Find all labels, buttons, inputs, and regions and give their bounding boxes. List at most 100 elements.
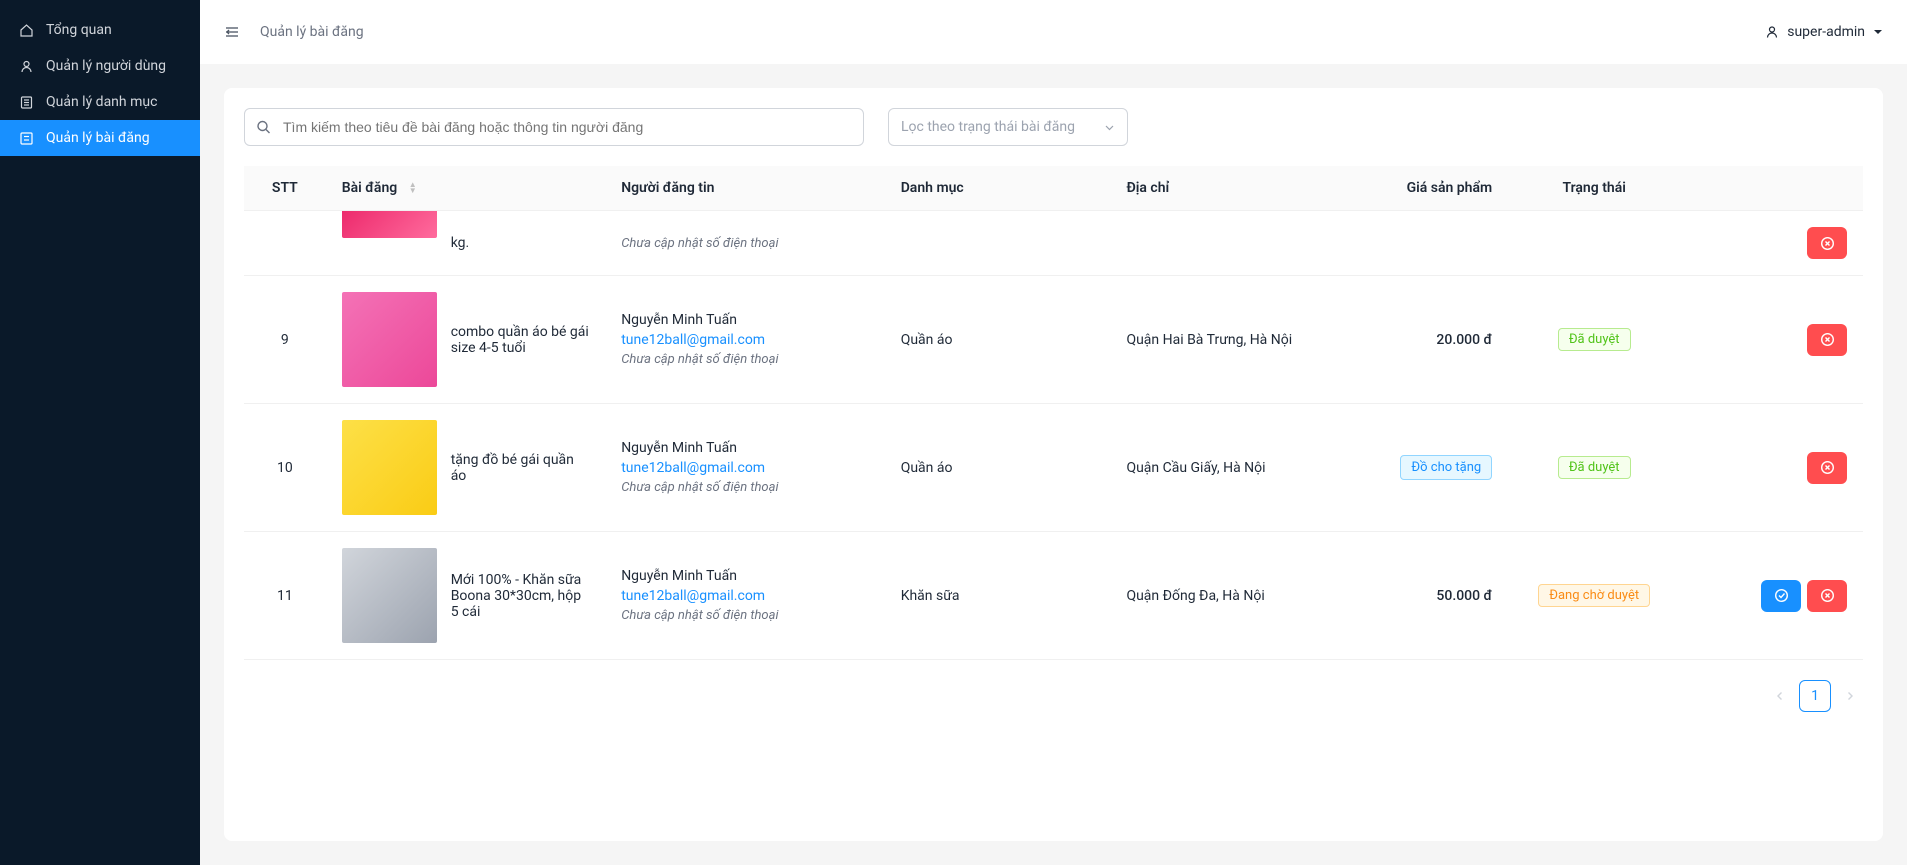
post-thumbnail <box>342 211 437 238</box>
cell-user: Nguyễn Minh Tuấn tune12ball@gmail.com Chưa… <box>605 276 885 404</box>
sidebar: Tổng quan Quản lý người dùng Quản lý danh … <box>0 0 200 865</box>
cell-status: Đang chờ duyệt <box>1508 532 1680 660</box>
post-title: tặng đồ bé gái quần áo <box>451 452 590 484</box>
cell-category: Quần áo <box>885 404 1111 532</box>
sort-icon: ▲▼ <box>409 182 417 194</box>
post-thumbnail <box>342 420 437 515</box>
th-category: Danh mục <box>885 166 1111 211</box>
page-number[interactable]: 1 <box>1799 680 1831 712</box>
cell-actions <box>1680 532 1863 660</box>
cell-status: Đã duyệt <box>1508 276 1680 404</box>
sidebar-item-3[interactable]: Quản lý bài đăng <box>0 120 200 156</box>
post-title: Mới 100% - Khăn sữa Boona 30*30cm, hộp 5… <box>451 572 590 620</box>
cell-stt: 9 <box>244 276 326 404</box>
delete-button[interactable] <box>1807 452 1847 484</box>
cell-stt: 11 <box>244 532 326 660</box>
cell-address: Quận Đống Đa, Hà Nội <box>1110 532 1336 660</box>
post-title: combo quần áo bé gái size 4-5 tuổi <box>451 324 590 356</box>
table-row: 10 tặng đồ bé gái quần áo Nguyễn Minh Tuấn… <box>244 404 1863 532</box>
user-email[interactable]: tune12ball@gmail.com <box>621 332 869 348</box>
status-badge: Đã duyệt <box>1558 328 1631 351</box>
th-address: Địa chỉ <box>1110 166 1336 211</box>
cell-actions <box>1680 276 1863 404</box>
cell-actions <box>1680 404 1863 532</box>
search-icon <box>256 120 271 135</box>
caret-down-icon <box>1873 27 1883 37</box>
cell-user: Nguyễn Minh Tuấntune12ball@gmail.comChưa… <box>605 404 885 532</box>
cell-stt: 10 <box>244 404 326 532</box>
th-actions <box>1680 166 1863 211</box>
cell-price: 50.000 đ <box>1336 532 1508 660</box>
user-name: super-admin <box>1787 24 1865 40</box>
user-email[interactable]: tune12ball@gmail.com <box>621 588 869 604</box>
cell-category: Quần áo <box>885 276 1111 404</box>
user-phone: Chưa cập nhật số điện thoại <box>621 352 869 367</box>
cell-stt <box>244 211 326 276</box>
cell-price <box>1336 211 1508 276</box>
page-next[interactable] <box>1841 687 1859 705</box>
home-icon <box>18 22 34 38</box>
sidebar-item-label: Tổng quan <box>46 22 112 38</box>
sidebar-item-2[interactable]: Quản lý danh mục <box>0 84 200 120</box>
cell-post: combo quần áo bé gái size 4-5 tuổi <box>326 276 606 404</box>
user-name: Nguyễn Minh Tuấn <box>621 312 869 328</box>
sidebar-item-label: Quản lý người dùng <box>46 58 166 74</box>
status-filter-placeholder: Lọc theo trạng thái bài đăng <box>901 119 1075 135</box>
status-badge: Đã duyệt <box>1558 456 1631 479</box>
th-status: Trạng thái <box>1508 166 1680 211</box>
cell-address <box>1110 211 1336 276</box>
pagination: 1 <box>244 660 1863 716</box>
delete-button[interactable] <box>1807 227 1847 259</box>
post-thumbnail <box>342 292 437 387</box>
page-prev[interactable] <box>1771 687 1789 705</box>
user-phone: Chưa cập nhật số điện thoại <box>621 608 869 623</box>
search-box <box>244 108 864 146</box>
cell-actions <box>1680 211 1863 276</box>
table-row: 9 combo quần áo bé gái size 4-5 tuổi Nguyễ… <box>244 276 1863 404</box>
user-icon <box>1765 25 1779 39</box>
delete-button[interactable] <box>1807 580 1847 612</box>
cell-user: Chưa cập nhật số điện thoại <box>605 211 885 276</box>
user-phone: Chưa cập nhật số điện thoại <box>621 236 869 251</box>
th-post[interactable]: Bài đăng ▲▼ <box>326 166 606 211</box>
sidebar-item-0[interactable]: Tổng quan <box>0 12 200 48</box>
cell-status: Đã duyệt <box>1508 404 1680 532</box>
sidebar-item-label: Quản lý danh mục <box>46 94 157 110</box>
price-value: 50.000 đ <box>1436 588 1492 604</box>
table-row: kg. Chưa cập nhật số điện thoại <box>244 211 1863 276</box>
breadcrumb: Quản lý bài đăng <box>260 24 364 40</box>
cell-address: Quận Cầu Giấy, Hà Nội <box>1110 404 1336 532</box>
sidebar-item-1[interactable]: Quản lý người dùng <box>0 48 200 84</box>
th-price: Giá sản phẩm <box>1336 166 1508 211</box>
content-panel: Lọc theo trạng thái bài đăng STT Bài đăn… <box>224 88 1883 841</box>
post-icon <box>18 130 34 146</box>
status-badge: Đang chờ duyệt <box>1538 584 1650 607</box>
main: Quản lý bài đăng super-admin Lọc theo tr… <box>200 0 1907 865</box>
sidebar-collapse-icon[interactable] <box>224 24 240 40</box>
user-icon <box>18 58 34 74</box>
approve-button[interactable] <box>1761 580 1801 612</box>
delete-button[interactable] <box>1807 324 1847 356</box>
topbar: Quản lý bài đăng super-admin <box>200 0 1907 64</box>
status-filter-select[interactable]: Lọc theo trạng thái bài đăng <box>888 108 1128 146</box>
cell-price: Đồ cho tặng <box>1336 404 1508 532</box>
list-icon <box>18 94 34 110</box>
cell-post: kg. <box>326 211 606 276</box>
chevron-down-icon <box>1104 122 1115 133</box>
cell-user: Nguyễn Minh Tuấn tune12ball@gmail.com Chưa… <box>605 532 885 660</box>
cell-category <box>885 211 1111 276</box>
search-input[interactable] <box>244 108 864 146</box>
user-email[interactable]: tune12ball@gmail.com <box>621 460 869 476</box>
user-name: Nguyễn Minh Tuấn <box>621 568 869 584</box>
user-name: Nguyễn Minh Tuấn <box>621 440 869 456</box>
table-wrapper: STT Bài đăng ▲▼ Người đăng tin Danh mục … <box>244 166 1863 821</box>
posts-table: STT Bài đăng ▲▼ Người đăng tin Danh mục … <box>244 166 1863 660</box>
cell-post: Mới 100% - Khăn sữa Boona 30*30cm, hộp 5… <box>326 532 606 660</box>
post-thumbnail <box>342 548 437 643</box>
table-row: 11 Mới 100% - Khăn sữa Boona 30*30cm, hộp… <box>244 532 1863 660</box>
cell-post: tặng đồ bé gái quần áo <box>326 404 606 532</box>
gift-tag: Đồ cho tặng <box>1400 455 1492 480</box>
price-value: 20.000 đ <box>1436 332 1492 348</box>
user-menu[interactable]: super-admin <box>1765 24 1883 40</box>
post-title: kg. <box>451 235 470 251</box>
